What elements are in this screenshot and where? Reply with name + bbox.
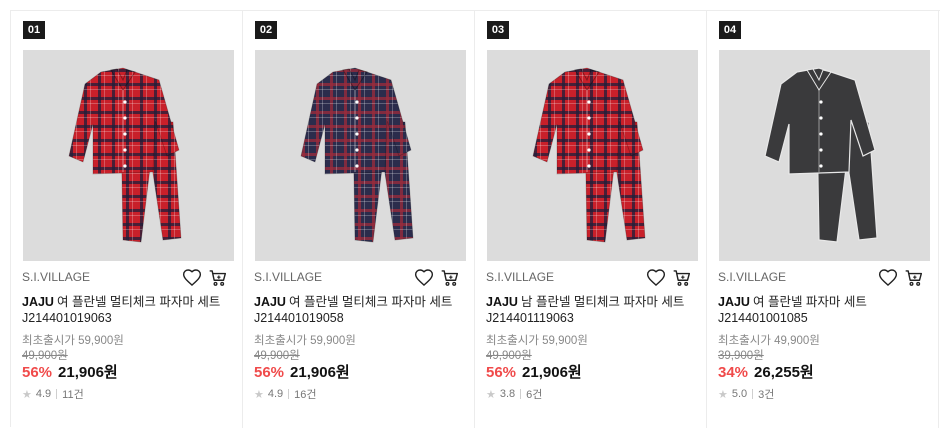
brand-name: JAJU bbox=[22, 295, 54, 309]
rating-row: ★ 3.8 6건 bbox=[486, 386, 542, 402]
price-row: 56% 21,906원 bbox=[22, 361, 118, 382]
card-actions bbox=[182, 268, 228, 288]
rank-badge: 04 bbox=[719, 21, 741, 39]
seller-name[interactable]: S.I.VILLAGE bbox=[22, 270, 90, 284]
cart-icon[interactable] bbox=[672, 268, 692, 288]
review-count: 11건 bbox=[62, 389, 84, 401]
original-price-label: 최초출시가 59,900원 bbox=[254, 335, 356, 347]
product-image[interactable] bbox=[23, 50, 234, 261]
brand-name: JAJU bbox=[486, 295, 518, 309]
seller-name[interactable]: S.I.VILLAGE bbox=[486, 270, 554, 284]
star-icon: ★ bbox=[486, 388, 496, 401]
review-count: 3건 bbox=[758, 389, 775, 401]
cart-icon[interactable] bbox=[440, 268, 460, 288]
rating-row: ★ 4.9 16건 bbox=[254, 386, 317, 402]
discount-rate: 56% bbox=[254, 364, 285, 381]
product-title[interactable]: JAJU 여 플란넬 파자마 세트 J214401001085 bbox=[718, 294, 928, 326]
cart-icon[interactable] bbox=[208, 268, 228, 288]
star-icon: ★ bbox=[22, 388, 32, 401]
review-count: 6건 bbox=[526, 389, 543, 401]
product-image[interactable] bbox=[255, 50, 466, 261]
price-row: 56% 21,906원 bbox=[486, 361, 582, 382]
product-image[interactable] bbox=[487, 50, 698, 261]
original-price-label: 최초출시가 49,900원 bbox=[718, 335, 820, 347]
sale-price: 21,906원 bbox=[290, 364, 350, 381]
product-title[interactable]: JAJU 여 플란넬 멀티체크 파자마 세트 J214401019058 bbox=[254, 294, 464, 326]
card-actions bbox=[646, 268, 692, 288]
rating-score: 3.8 bbox=[499, 388, 516, 400]
brand-name: JAJU bbox=[254, 295, 286, 309]
sale-price: 21,906원 bbox=[522, 364, 582, 381]
product-card[interactable]: 01 S.I.VILLAGE JAJU 여 플란넬 멀티체크 파자마 세트 J21… bbox=[11, 11, 243, 428]
sale-price: 21,906원 bbox=[58, 364, 118, 381]
product-grid: 01 S.I.VILLAGE JAJU 여 플란넬 멀티체크 파자마 세트 J21… bbox=[10, 10, 940, 428]
rating-row: ★ 5.0 3건 bbox=[718, 386, 774, 402]
card-actions bbox=[878, 268, 924, 288]
divider bbox=[520, 389, 522, 399]
product-card[interactable]: 02 S.I.VILLAGE JAJU 여 플란넬 멀티체크 파자마 세트 J21… bbox=[243, 11, 475, 428]
product-title[interactable]: JAJU 남 플란넬 멀티체크 파자마 세트 J214401119063 bbox=[486, 294, 696, 326]
sale-price: 26,255원 bbox=[754, 364, 814, 381]
brand-name: JAJU bbox=[718, 295, 750, 309]
original-price-label: 최초출시가 59,900원 bbox=[486, 335, 588, 347]
price-row: 34% 26,255원 bbox=[718, 361, 814, 382]
discount-rate: 34% bbox=[718, 364, 749, 381]
divider bbox=[752, 389, 754, 399]
product-image[interactable] bbox=[719, 50, 930, 261]
star-icon: ★ bbox=[254, 388, 264, 401]
product-card[interactable]: 04 S.I.VILLAGE JAJU 여 플란넬 파자마 세트 J2144010… bbox=[707, 11, 939, 428]
rank-badge: 03 bbox=[487, 21, 509, 39]
heart-icon[interactable] bbox=[878, 268, 898, 288]
discount-rate: 56% bbox=[22, 364, 53, 381]
seller-name[interactable]: S.I.VILLAGE bbox=[254, 270, 322, 284]
rating-score: 5.0 bbox=[731, 388, 748, 400]
original-price-label: 최초출시가 59,900원 bbox=[22, 335, 124, 347]
cart-icon[interactable] bbox=[904, 268, 924, 288]
heart-icon[interactable] bbox=[414, 268, 434, 288]
rating-score: 4.9 bbox=[267, 388, 284, 400]
divider bbox=[56, 389, 58, 399]
rating-row: ★ 4.9 11건 bbox=[22, 386, 84, 402]
star-icon: ★ bbox=[718, 388, 728, 401]
rank-badge: 02 bbox=[255, 21, 277, 39]
card-actions bbox=[414, 268, 460, 288]
heart-icon[interactable] bbox=[182, 268, 202, 288]
divider bbox=[288, 389, 290, 399]
heart-icon[interactable] bbox=[646, 268, 666, 288]
seller-name[interactable]: S.I.VILLAGE bbox=[718, 270, 786, 284]
product-card[interactable]: 03 S.I.VILLAGE JAJU 남 플란넬 멀티체크 파자마 세트 J21… bbox=[475, 11, 707, 428]
product-title[interactable]: JAJU 여 플란넬 멀티체크 파자마 세트 J214401019063 bbox=[22, 294, 232, 326]
discount-rate: 56% bbox=[486, 364, 517, 381]
price-row: 56% 21,906원 bbox=[254, 361, 350, 382]
rating-score: 4.9 bbox=[35, 388, 52, 400]
review-count: 16건 bbox=[294, 389, 317, 401]
rank-badge: 01 bbox=[23, 21, 45, 39]
